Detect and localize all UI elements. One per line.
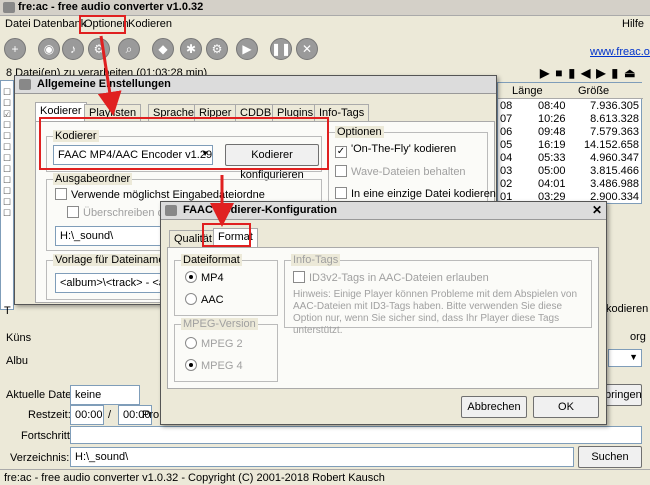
annotation-arrows bbox=[97, 35, 234, 227]
arrow-to-settings bbox=[97, 35, 122, 116]
